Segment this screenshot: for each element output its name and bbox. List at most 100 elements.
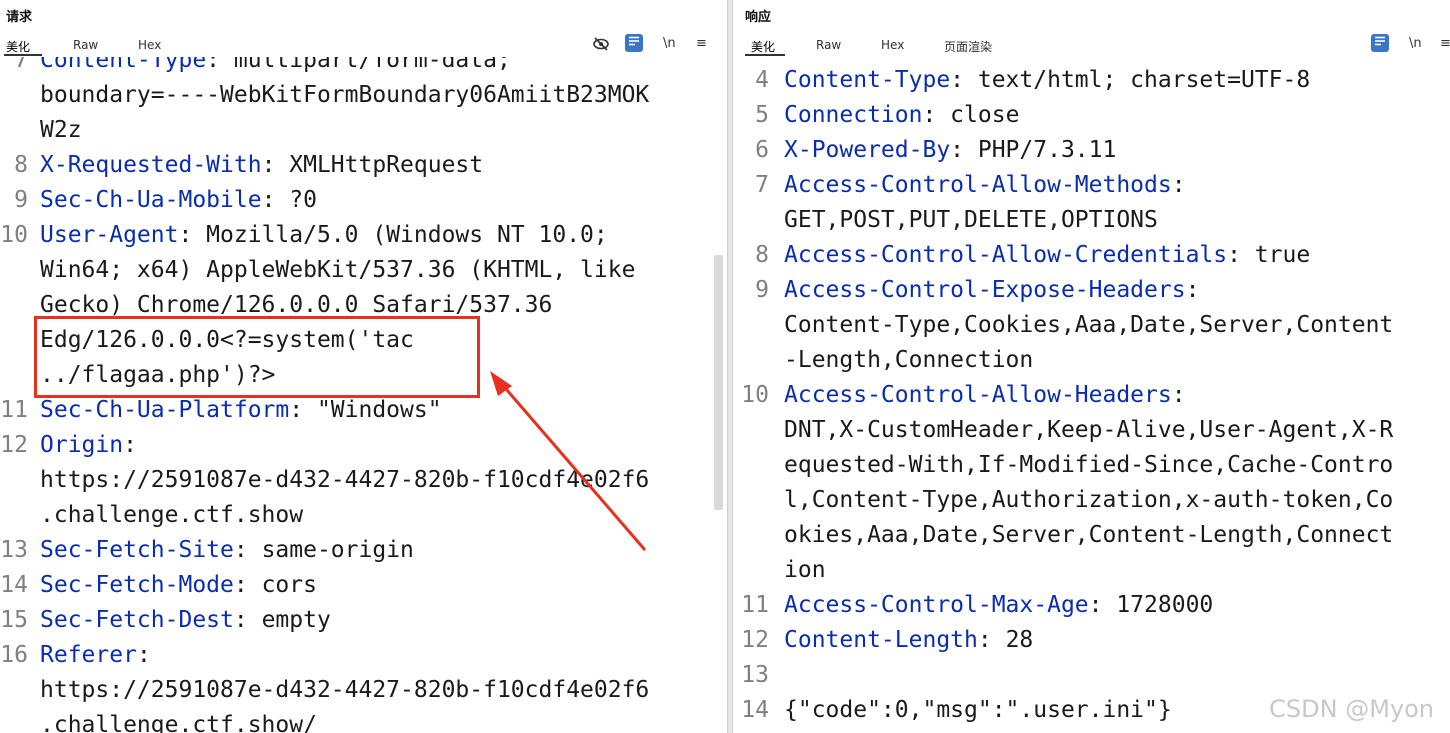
line-content: DNT,X-CustomHeader,Keep-Alive,User-Agent… [784,413,1393,448]
tab-pretty[interactable]: 美化 [751,38,775,55]
tab-raw[interactable]: Raw [73,38,98,52]
menu-icon[interactable]: ≡ [1440,36,1450,51]
line-number: 14 [741,697,769,723]
request-scrollbar[interactable] [714,255,723,510]
line-number: 13 [741,662,769,688]
line-content: Content-Type: text/html; charset=UTF-8 [784,63,1310,98]
line-content: l,Content-Type,Authorization,x-auth-toke… [784,483,1393,518]
header-value: : multipart/form-data; [206,57,511,73]
header-name: User-Agent [40,222,179,248]
line-content: Access-Control-Allow-Methods: [784,168,1186,203]
line-content: equested-With,If-Modified-Since,Cache-Co… [784,448,1393,483]
line-content: Sec-Fetch-Mode: cors [40,568,317,603]
header-name: Access-Control-Expose-Headers [784,277,1186,303]
header-name: Content-Type [784,67,951,93]
line-number: 8 [755,242,769,268]
line-content: Connection: close [784,98,1019,133]
line-content: W2z [40,113,82,148]
line-content: X-Powered-By: PHP/7.3.11 [784,133,1116,168]
line-content: Access-Control-Allow-Headers: [784,378,1186,413]
active-tab-indicator [745,54,785,56]
line-content: https://2591087e-d432-4427-820b-f10cdf4e… [40,463,649,498]
header-value: W2z [40,117,82,143]
watermark: CSDN @Myon [1269,695,1434,723]
header-value: : cors [233,572,317,598]
line-content: Referer: [40,638,151,673]
response-editor[interactable]: 4 Content-Type: text/html; charset=UTF-8 5… [733,57,1450,733]
request-pane: 请求 美化 Raw Hex \n ≡ 7 Content-Type: multip… [0,0,727,733]
line-content: Content-Length: 28 [784,623,1033,658]
line-content: okies,Aaa,Date,Server,Content-Length,Con… [784,518,1393,553]
tab-hex[interactable]: Hex [881,38,904,52]
line-number: 4 [755,67,769,93]
header-value: : same-origin [233,537,414,563]
header-value: : empty [233,607,331,633]
line-number: 15 [0,607,28,633]
header-name: Sec-Fetch-Dest [40,607,234,633]
tab-render[interactable]: 页面渲染 [944,38,992,55]
line-content: https://2591087e-d432-4427-820b-f10cdf4e… [40,673,649,708]
line-content: ion [784,553,826,588]
line-content: X-Requested-With: XMLHttpRequest [40,148,483,183]
header-value: Gecko) Chrome/126.0.0.0 Safari/537.36 [40,292,553,318]
header-name: Connection [784,102,923,128]
header-value: DNT,X-CustomHeader,Keep-Alive,User-Agent… [784,417,1394,443]
header-value: : [1171,172,1186,198]
line-content: Sec-Fetch-Site: same-origin [40,533,414,568]
header-name: Access-Control-Allow-Headers [784,382,1172,408]
header-name: Access-Control-Max-Age [784,592,1089,618]
line-content: Content-Type,Cookies,Aaa,Date,Server,Con… [784,308,1393,343]
line-number: 5 [755,102,769,128]
tab-pretty[interactable]: 美化 [6,38,30,55]
tab-hex[interactable]: Hex [138,38,161,52]
header-value: https://2591087e-d432-4427-820b-f10cdf4e… [40,467,650,493]
header-value: okies,Aaa,Date,Server,Content-Length,Con… [784,522,1394,548]
line-content: Content-Type: multipart/form-data; [40,57,511,78]
line-content: {"code":0,"msg":".user.ini"} [784,693,1172,728]
wrap-lines-icon[interactable] [1371,34,1389,52]
header-value: : [123,432,137,458]
line-content: Sec-Fetch-Dest: empty [40,603,331,638]
header-name: Sec-Fetch-Site [40,537,234,563]
header-name: Origin [40,432,124,458]
menu-icon[interactable]: ≡ [696,36,707,51]
header-name: Sec-Ch-Ua-Platform [40,397,290,423]
line-content: boundary=----WebKitFormBoundary06AmiitB2… [40,78,649,113]
line-content: -Length,Connection [784,343,1033,378]
header-value: : [136,642,151,668]
line-content: Access-Control-Allow-Credentials: true [784,238,1310,273]
line-content: .challenge.ctf.show [40,498,303,533]
header-name: Access-Control-Allow-Credentials [784,242,1228,268]
newline-toggle[interactable]: \n [1409,36,1422,51]
line-number: 7 [14,57,28,73]
line-number: 13 [0,537,28,563]
header-value: boundary=----WebKitFormBoundary06AmiitB2… [40,82,650,108]
line-number: 10 [741,382,769,408]
line-number: 6 [755,137,769,163]
line-number: 9 [755,277,769,303]
line-number: 12 [0,432,28,458]
header-value: GET,POST,PUT,DELETE,OPTIONS [784,207,1158,233]
wrap-lines-icon[interactable] [625,34,643,52]
newline-toggle[interactable]: \n [663,36,676,51]
header-value: https://2591087e-d432-4427-820b-f10cdf4e… [40,677,650,703]
header-name: Content-Type [40,57,207,73]
header-value: Win64; x64) AppleWebKit/537.36 (KHTML, l… [40,257,636,283]
header-name: Referer [40,642,137,668]
header-value: equested-With,If-Modified-Since,Cache-Co… [784,452,1394,478]
header-value: ion [784,557,826,583]
header-value: -Length,Connection [784,347,1034,373]
header-value: : [1171,382,1186,408]
header-value: : text/html; charset=UTF-8 [950,67,1311,93]
line-number: 7 [755,172,769,198]
header-value: : 1728000 [1088,592,1214,618]
active-tab-indicator [4,54,42,56]
line-number: 10 [0,222,28,248]
header-value: .challenge.ctf.show/ [40,712,317,733]
eye-slash-icon[interactable] [592,36,610,56]
header-value: : Mozilla/5.0 (Windows NT 10.0; [178,222,608,248]
line-number: 16 [0,642,28,668]
tab-raw[interactable]: Raw [816,38,841,52]
header-value: .challenge.ctf.show [40,502,304,528]
response-tabs: 美化 Raw Hex 页面渲染 \n ≡ [733,34,1450,56]
